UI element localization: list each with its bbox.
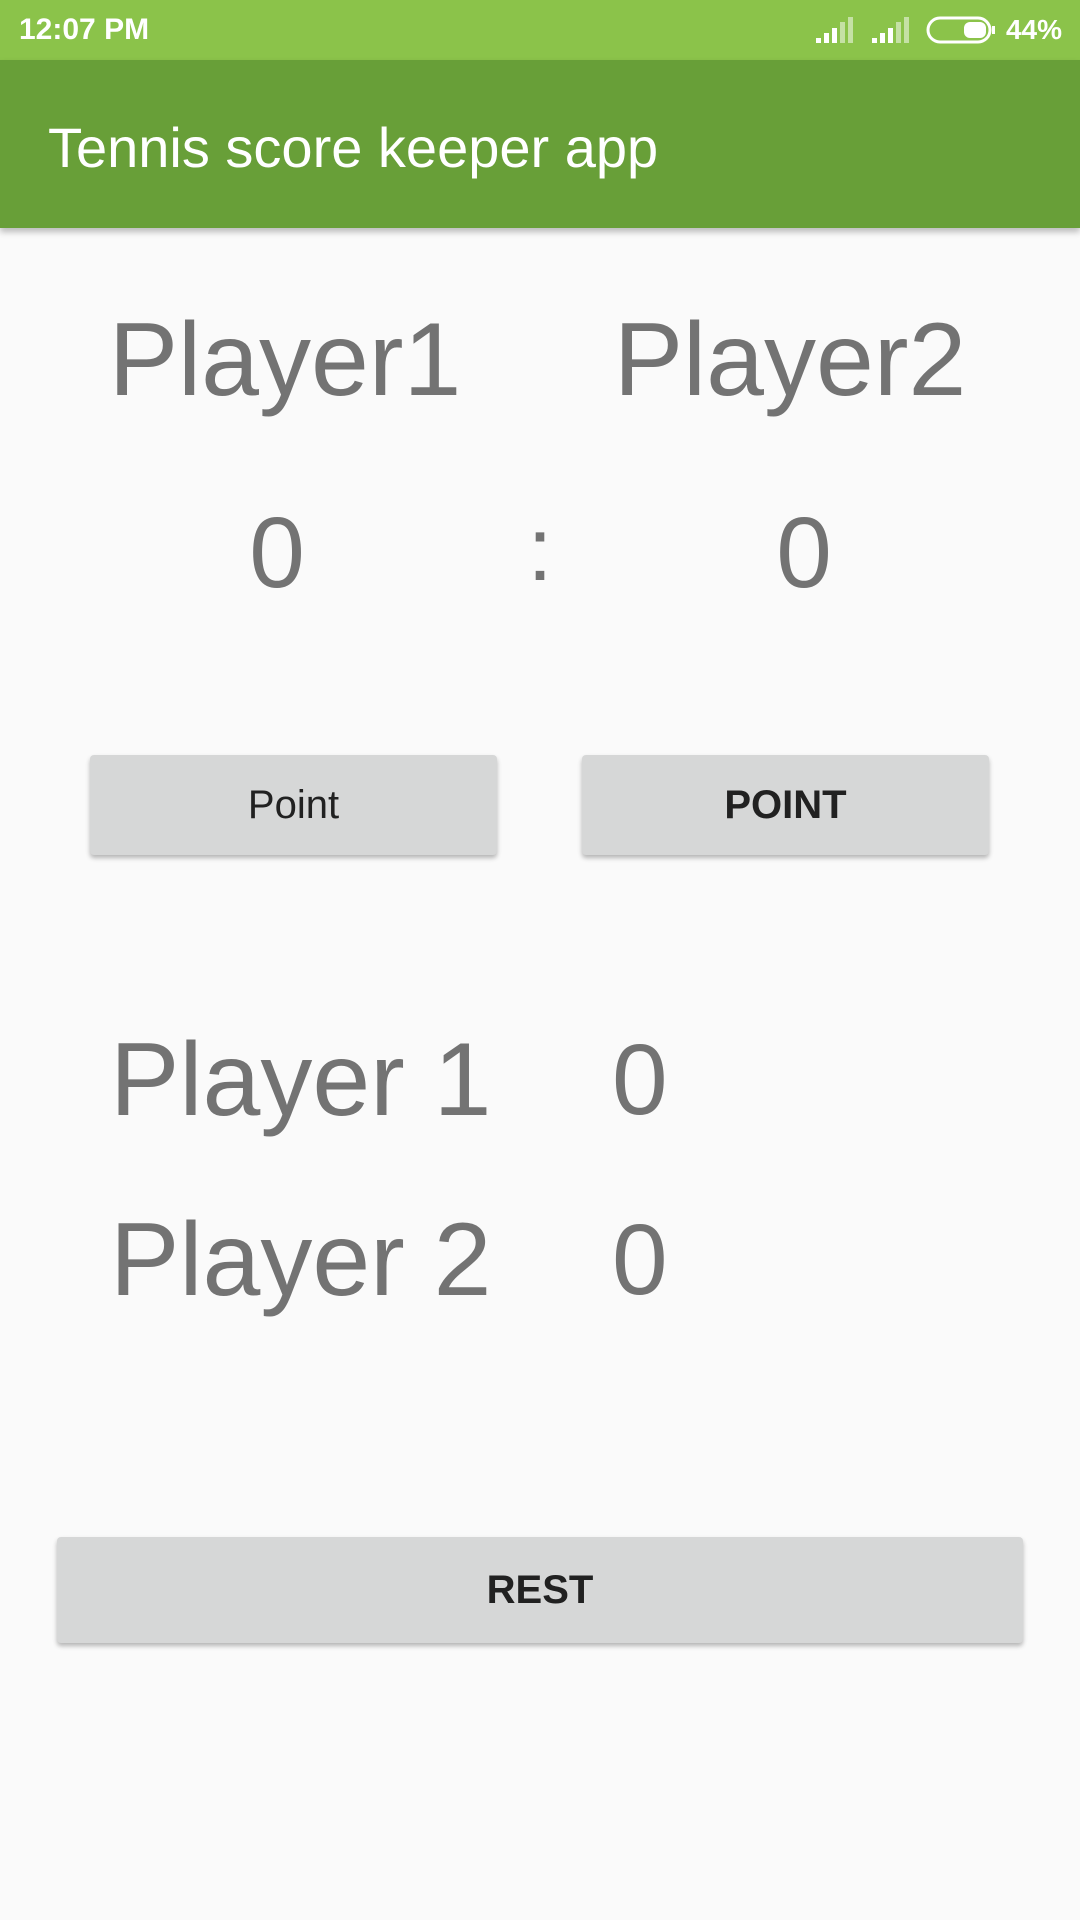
- summary-player1-score: 0: [612, 1024, 668, 1136]
- status-bar: 12:07 PM 44%: [0, 0, 1080, 60]
- app-bar: Tennis score keeper app: [0, 60, 1080, 228]
- summary-player1-name: Player 1: [110, 1022, 492, 1138]
- player2-name: Player2: [613, 302, 967, 418]
- player2-point-button[interactable]: POINT: [582, 755, 989, 855]
- status-icons: 44%: [814, 10, 1062, 50]
- reset-button[interactable]: REST: [57, 1537, 1023, 1643]
- battery-icon: [926, 16, 995, 44]
- battery-percentage: 44%: [1005, 14, 1062, 45]
- status-time: 12:07 PM: [19, 13, 150, 46]
- player1-score: 0: [249, 497, 305, 609]
- player1-name: Player1: [108, 302, 462, 418]
- summary-player2-name: Player 2: [110, 1202, 492, 1318]
- player1-point-button[interactable]: Point: [90, 755, 497, 855]
- app-title: Tennis score keeper app: [48, 116, 659, 179]
- summary-player2-score: 0: [612, 1204, 668, 1316]
- signal-icon: [815, 17, 853, 43]
- score-separator: :: [527, 500, 553, 600]
- player2-score: 0: [776, 497, 832, 609]
- signal-icon: [871, 17, 909, 43]
